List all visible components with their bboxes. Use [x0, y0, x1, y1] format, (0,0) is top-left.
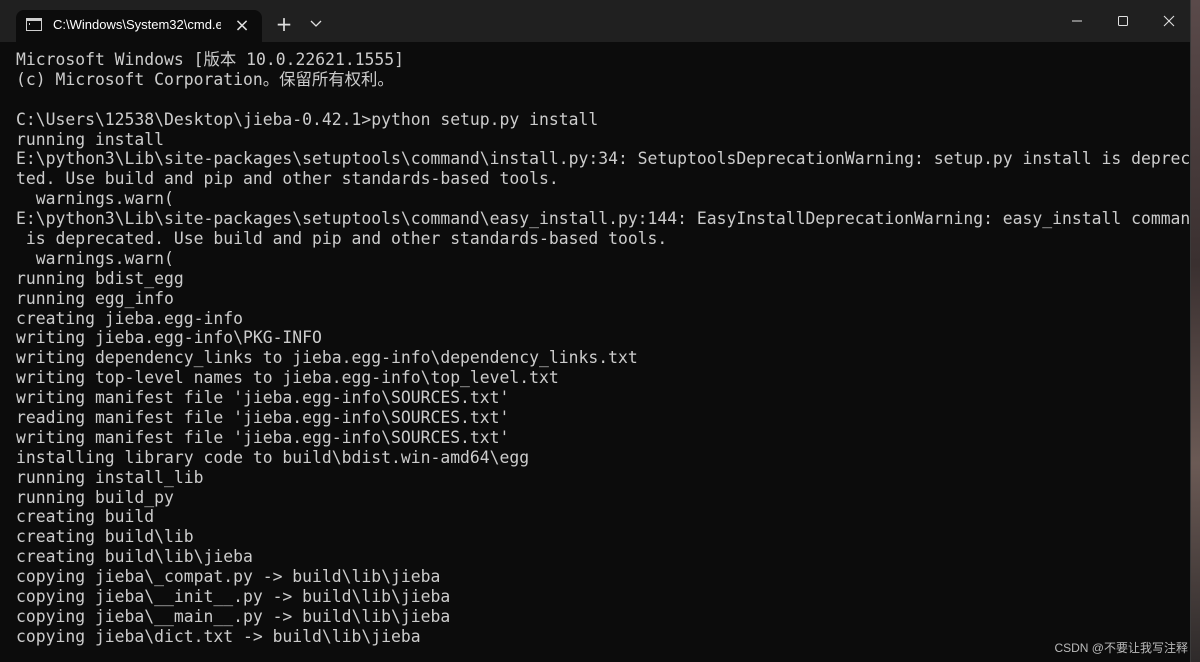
console-line: running egg_info [16, 288, 174, 308]
console-line: warnings.warn( [16, 189, 174, 209]
minimize-button[interactable] [1054, 0, 1100, 42]
console-line: copying jieba\dict.txt -> build\lib\jieb… [16, 626, 421, 646]
console-line: creating build\lib [16, 527, 194, 547]
console-line: is deprecated. Use build and pip and oth… [16, 229, 668, 249]
console-line: ted. Use build and pip and other standar… [16, 169, 559, 189]
console-line: reading manifest file 'jieba.egg-info\SO… [16, 408, 510, 428]
console-line: running install [16, 129, 165, 149]
tab-cmd[interactable]: C:\Windows\System32\cmd.e × [16, 10, 262, 42]
tab-dropdown-button[interactable] [302, 10, 330, 38]
console-line: E:\python3\Lib\site-packages\setuptools\… [16, 149, 1191, 169]
terminal-icon [26, 18, 42, 31]
title-bar[interactable]: C:\Windows\System32\cmd.e × + [0, 0, 1190, 42]
maximize-button[interactable] [1100, 0, 1146, 42]
console-line: running install_lib [16, 467, 204, 487]
console-line: creating build\lib\jieba [16, 547, 253, 567]
console-line: copying jieba\_compat.py -> build\lib\ji… [16, 567, 441, 587]
close-icon [1163, 15, 1175, 27]
close-button[interactable] [1146, 0, 1190, 42]
console-line: writing dependency_links to jieba.egg-in… [16, 348, 638, 368]
console-line: Microsoft Windows [版本 10.0.22621.1555] [16, 50, 405, 69]
minimize-icon [1072, 20, 1082, 22]
console-line: C:\Users\12538\Desktop\jieba-0.42.1>pyth… [16, 109, 599, 129]
console-output[interactable]: Microsoft Windows [版本 10.0.22621.1555] (c… [16, 50, 1191, 647]
tab-title: C:\Windows\System32\cmd.e [53, 17, 221, 32]
console-line: E:\python3\Lib\site-packages\setuptools\… [16, 209, 1191, 229]
console-line: writing manifest file 'jieba.egg-info\SO… [16, 388, 510, 408]
console-line: (c) Microsoft Corporation。保留所有权利。 [16, 69, 394, 89]
console-line: writing manifest file 'jieba.egg-info\SO… [16, 427, 510, 447]
console-line: writing jieba.egg-info\PKG-INFO [16, 328, 322, 348]
scrollbar[interactable] [1184, 46, 1188, 656]
console-line: running build_py [16, 487, 174, 507]
maximize-icon [1118, 16, 1128, 26]
console-line: copying jieba\__main__.py -> build\lib\j… [16, 606, 451, 626]
console-line: creating build [16, 507, 155, 527]
console-line: writing top-level names to jieba.egg-inf… [16, 368, 559, 388]
console-line: warnings.warn( [16, 248, 174, 268]
new-tab-button[interactable]: + [270, 10, 298, 38]
console-line: running bdist_egg [16, 268, 184, 288]
console-line: creating jieba.egg-info [16, 308, 243, 328]
watermark: CSDN @不要让我写注释 [1054, 641, 1188, 655]
chevron-down-icon [310, 20, 322, 27]
console-line: copying jieba\__init__.py -> build\lib\j… [16, 587, 451, 607]
terminal-window: C:\Windows\System32\cmd.e × + Microsoft … [0, 0, 1191, 662]
console-line: installing library code to build\bdist.w… [16, 447, 530, 467]
tab-close-button[interactable]: × [230, 14, 254, 38]
